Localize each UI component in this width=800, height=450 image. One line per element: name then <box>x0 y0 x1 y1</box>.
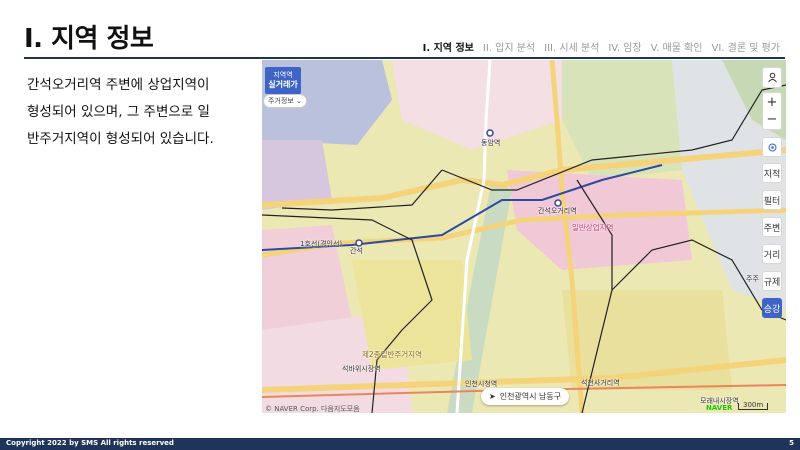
map-label-station: 동암역 <box>481 139 501 147</box>
distance-button[interactable]: 거리 <box>762 244 782 264</box>
nav-item-region[interactable]: I. 지역 정보 <box>423 39 474 54</box>
page-title: I. 지역 정보 <box>24 24 154 54</box>
crosshair-icon <box>768 143 776 151</box>
zoom-in-icon[interactable]: + <box>767 96 778 109</box>
map-canvas <box>262 60 786 413</box>
description-line: 간석오거리역 주변에 상업지역이 <box>27 77 210 93</box>
map-label-station: 간석오거리역 <box>538 207 577 215</box>
user-icon-glyph <box>767 72 777 83</box>
description-line: 반주거지역이 형성되어 있습니다. <box>27 131 214 147</box>
badge-main-label: 실거래가 <box>268 80 298 89</box>
map-label-place: 석바위시장역 <box>342 365 381 373</box>
nearby-button[interactable]: 주변 <box>762 217 782 237</box>
address-pill[interactable]: ➤ 인천광역시 남동구 <box>481 388 570 405</box>
elevation-button[interactable]: 승강 <box>762 298 782 318</box>
map-scale: 300m <box>738 402 769 410</box>
nav-item-location[interactable]: II. 입지 분석 <box>483 39 535 54</box>
filter-button[interactable]: 필터 <box>762 190 782 210</box>
copyright-text: Copyright 2022 by SMS All rights reserve… <box>6 439 174 447</box>
map-label-station: 간석 <box>350 247 363 255</box>
page-number: 5 <box>789 439 794 447</box>
header-divider <box>24 57 785 59</box>
map-label-place: 석천사거리역 <box>581 379 620 387</box>
map-label-zone: 제2종일반주거지역 <box>362 350 422 359</box>
locate-icon[interactable] <box>762 137 782 157</box>
zoom-control: + − <box>762 92 782 130</box>
navigation-arrow-icon: ➤ <box>489 392 496 401</box>
badge-top-label: 지역역 <box>273 71 293 79</box>
address-text: 인천광역시 남동구 <box>499 392 562 401</box>
nav-item-visit[interactable]: IV. 임장 <box>608 39 641 54</box>
zoning-map[interactable]: 동암역 간석오거리역 간석 1호선(경인선) 일반상업지역 제2종일반주거지역 … <box>262 60 786 413</box>
description-line: 형성되어 있으며, 그 주변으로 일 <box>27 104 210 120</box>
regulation-button[interactable]: 규제 <box>762 271 782 291</box>
naver-logo: NAVER <box>706 404 733 412</box>
nav-item-listing[interactable]: V. 매물 확인 <box>651 39 703 54</box>
map-label-road: 1호선(경인선) <box>300 240 343 248</box>
zoom-out-icon[interactable]: − <box>767 113 778 126</box>
nav-item-price[interactable]: III. 시세 분석 <box>544 39 599 54</box>
nav-item-conclusion[interactable]: VI. 결론 및 평가 <box>711 39 780 54</box>
map-attribution: © NAVER Corp. 다음지도모음 <box>265 405 360 413</box>
map-label-zone: 일반상업지역 <box>572 223 614 232</box>
map-label-place: 주주 <box>746 275 759 283</box>
residential-info-chip[interactable]: 주거정보 ⌄ <box>263 94 307 108</box>
transaction-badge[interactable]: 지역역 실거래가 <box>265 67 301 94</box>
description-text: 간석오거리역 주변에 상업지역이 형성되어 있으며, 그 주변으로 일 반주거지… <box>27 72 242 153</box>
user-icon[interactable] <box>762 67 782 88</box>
section-nav: I. 지역 정보 II. 입지 분석 III. 시세 분석 IV. 임장 V. … <box>423 39 780 54</box>
footer-bar: Copyright 2022 by SMS All rights reserve… <box>0 438 800 450</box>
cadastral-button[interactable]: 지적 <box>762 163 782 183</box>
